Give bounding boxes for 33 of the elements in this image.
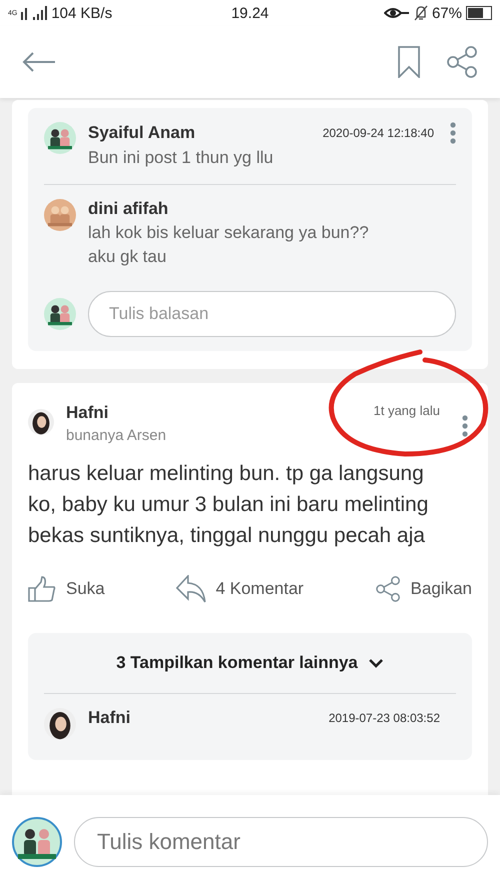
reply-arrow-icon — [176, 575, 206, 603]
author-subtitle: bunanya Arsen — [66, 427, 168, 444]
comment-author[interactable]: Hafni — [88, 708, 329, 728]
muted-bell-icon — [414, 5, 428, 21]
bookmark-icon[interactable] — [398, 46, 420, 78]
battery-icon — [466, 6, 492, 20]
comment-author[interactable]: dini afifah — [88, 199, 456, 219]
back-icon[interactable] — [22, 51, 56, 73]
post-text: harus keluar melinting bun. tp ga langsung ko, baby ku umur 3 bulan ini baru melinting bekas suntiknya, tinggal nunggu pecah aja — [28, 461, 430, 549]
reply-field[interactable]: Tulis balasan — [88, 291, 456, 337]
post-time: 1t yang lalu — [374, 403, 440, 418]
eye-icon — [384, 6, 410, 20]
network-speed: 104 KB/s — [51, 4, 112, 22]
more-icon[interactable] — [450, 122, 456, 144]
clock: 19.24 — [231, 4, 269, 22]
share-icon — [374, 576, 401, 602]
comment-text: Bun ini post 1 thun yg llu — [88, 147, 274, 169]
comment-field[interactable]: Tulis komentar — [74, 817, 488, 867]
comment-button[interactable]: 4 Komentar — [176, 575, 304, 603]
show-more-comments-button[interactable]: 3 Tampilkan komentar lainnya — [44, 647, 456, 679]
chevron-down-icon — [368, 658, 384, 668]
battery-percent: 67% — [432, 4, 462, 22]
thumbs-up-icon — [28, 576, 56, 602]
comment-time: 2020-09-24 12:18:40 — [322, 126, 434, 140]
like-button[interactable]: Suka — [28, 575, 105, 603]
comment-text: lah kok bis keluar sekarang ya bun?? aku gk tau — [88, 222, 370, 268]
more-icon[interactable] — [462, 415, 468, 437]
share-button[interactable]: Bagikan — [374, 575, 472, 603]
share-icon[interactable] — [446, 46, 478, 78]
post-author[interactable]: Hafni — [66, 403, 362, 423]
comment-time: 2019-07-23 08:03:52 — [328, 711, 440, 725]
signal-icon — [21, 6, 48, 20]
comment-author[interactable]: Syaiful Anam — [88, 123, 323, 143]
